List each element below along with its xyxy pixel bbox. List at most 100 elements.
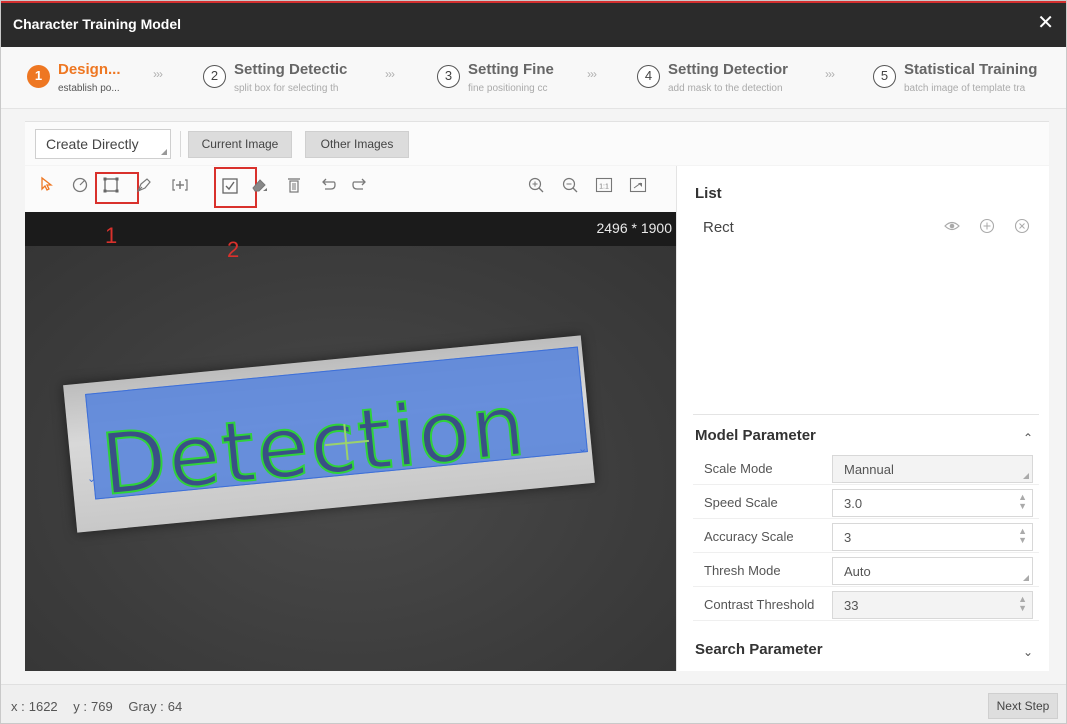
step-3[interactable]: 3 Setting Fine fine positioning cc — [437, 61, 627, 101]
list-item-name: Rect — [703, 219, 734, 236]
dropdown-corner-icon — [1023, 575, 1029, 581]
step-arrows: ››› — [153, 67, 163, 81]
param-value: 3.0 — [844, 496, 863, 511]
step-number: 5 — [873, 65, 896, 88]
scale-mode-select[interactable]: Mannual — [832, 455, 1033, 483]
step-arrows: ››› — [587, 67, 597, 81]
trash-icon[interactable] — [283, 176, 305, 198]
param-row-accuracy-scale: Accuracy Scale 3 ▲ ▼ — [693, 519, 1039, 553]
param-value: Auto — [844, 564, 871, 579]
annotation-label-1: 1 — [105, 223, 118, 248]
step-2[interactable]: 2 Setting Detectic split box for selecti… — [203, 61, 393, 101]
step-title: Setting Detectic — [234, 61, 348, 78]
image-source-toolbar: Create Directly Current Image Other Imag… — [25, 121, 1049, 165]
param-value: 3 — [844, 530, 852, 545]
step-4[interactable]: 4 Setting Detectior add mask to the dete… — [637, 61, 827, 101]
step-title: Setting Detectior — [668, 61, 789, 78]
gray-value: 64 — [167, 699, 183, 714]
step-arrows: ››› — [385, 67, 395, 81]
gray-label: Gray : — [128, 699, 164, 714]
param-label: Accuracy Scale — [704, 529, 794, 544]
step-1[interactable]: 1 Design... establish po... — [27, 61, 147, 101]
list-title: List — [695, 185, 722, 202]
remove-icon[interactable] — [1013, 218, 1031, 236]
pointer-icon[interactable] — [35, 176, 57, 198]
title-bar: Character Training Model ✕ — [1, 1, 1066, 47]
x-value: 1622 — [28, 699, 58, 714]
param-row-contrast-threshold: Contrast Threshold 33 ▲ ▼ — [693, 587, 1039, 621]
svg-text:1:1: 1:1 — [599, 184, 609, 191]
next-step-button[interactable]: Next Step — [988, 693, 1058, 719]
step-arrows: ››› — [825, 67, 835, 81]
accuracy-scale-stepper[interactable]: 3 ▲ ▼ — [832, 523, 1033, 551]
param-row-scale-mode: Scale Mode Mannual — [693, 451, 1039, 485]
step-subtitle: add mask to the detection — [668, 83, 783, 94]
param-value: 33 — [844, 598, 859, 613]
step-subtitle: split box for selecting th — [234, 83, 339, 94]
sample-image: Detection ⌄ ⌄ — [25, 246, 676, 671]
param-value: Mannual — [844, 462, 894, 477]
eraser-icon[interactable] — [248, 176, 270, 198]
step-number: 2 — [203, 65, 226, 88]
create-mode-select[interactable]: Create Directly — [35, 129, 171, 159]
polygon-pen-icon[interactable] — [133, 176, 155, 198]
param-label: Speed Scale — [704, 495, 778, 510]
model-parameter-section: Model Parameter ⌃ Scale Mode Mannual Spe… — [693, 414, 1039, 624]
param-label: Contrast Threshold — [704, 597, 815, 612]
image-canvas[interactable]: 2496 * 1900 Detection ⌄ ⌄ — [25, 212, 676, 671]
character-training-window: Character Training Model ✕ 1 Design... e… — [0, 0, 1067, 724]
other-images-button[interactable]: Other Images — [305, 131, 409, 158]
contrast-threshold-stepper[interactable]: 33 ▲ ▼ — [832, 591, 1033, 619]
step-number: 3 — [437, 65, 460, 88]
create-mode-value: Create Directly — [46, 136, 139, 152]
param-row-speed-scale: Speed Scale 3.0 ▲ ▼ — [693, 485, 1039, 519]
step-subtitle: batch image of template tra — [904, 83, 1026, 94]
y-value: 769 — [91, 699, 113, 714]
list-item[interactable]: Rect — [677, 212, 1050, 240]
spinner-arrows-icon[interactable]: ▲ ▼ — [1018, 527, 1027, 545]
window-title: Character Training Model — [13, 16, 182, 32]
step-title: Setting Fine — [468, 61, 554, 78]
spinner-arrows-icon[interactable]: ▲ ▼ — [1018, 493, 1027, 511]
right-panel: List Rect Model Parameter ⌃ Scale Mode M… — [676, 166, 1049, 671]
model-parameter-title[interactable]: Model Parameter — [695, 427, 816, 444]
drawing-toolbar: 1:1 — [25, 166, 676, 212]
step-5[interactable]: 5 Statistical Training batch image of te… — [873, 61, 1066, 101]
dropdown-corner-icon — [1023, 473, 1029, 479]
step-number: 1 — [27, 65, 50, 88]
annotation-label-2: 2 — [227, 237, 240, 262]
zoom-in-icon[interactable] — [525, 176, 547, 198]
search-parameter-title[interactable]: Search Parameter — [695, 641, 823, 658]
image-dimensions: 2496 * 1900 — [596, 220, 672, 236]
status-bar: x :1622 y :769 Gray :64 Next Step — [1, 684, 1066, 723]
add-icon[interactable] — [978, 218, 996, 236]
mask-add-icon[interactable] — [169, 176, 191, 198]
current-image-button[interactable]: Current Image — [188, 131, 292, 158]
speed-scale-stepper[interactable]: 3.0 ▲ ▼ — [832, 489, 1033, 517]
cursor-readout: x :1622 y :769 Gray :64 — [11, 699, 186, 714]
close-icon[interactable]: ✕ — [1037, 13, 1054, 33]
step-number: 4 — [637, 65, 660, 88]
redo-icon[interactable] — [349, 176, 371, 198]
actual-size-icon[interactable]: 1:1 — [593, 176, 615, 198]
param-label: Scale Mode — [704, 461, 773, 476]
step-wizard: 1 Design... establish po... ››› 2 Settin… — [1, 47, 1066, 109]
eye-icon[interactable] — [943, 218, 961, 236]
undo-icon[interactable] — [317, 176, 339, 198]
step-title: Design... — [58, 61, 121, 78]
toolbar-divider — [180, 131, 181, 157]
canvas-header: 2496 * 1900 — [25, 212, 676, 246]
spinner-arrows-icon[interactable]: ▲ ▼ — [1018, 595, 1027, 613]
fit-window-icon[interactable] — [627, 176, 649, 198]
roi-left-handle[interactable]: ⌄ — [87, 472, 96, 485]
roi-right-handle[interactable]: ⌄ — [578, 442, 587, 455]
chevron-up-icon[interactable]: ⌃ — [1023, 431, 1033, 445]
thresh-mode-select[interactable]: Auto — [832, 557, 1033, 585]
chevron-down-icon[interactable]: ⌄ — [1023, 645, 1033, 659]
circle-roi-icon[interactable] — [69, 176, 91, 198]
param-row-thresh-mode: Thresh Mode Auto — [693, 553, 1039, 587]
zoom-out-icon[interactable] — [559, 176, 581, 198]
param-label: Thresh Mode — [704, 563, 781, 578]
step-subtitle: establish po... — [58, 83, 120, 94]
dropdown-corner-icon — [161, 149, 167, 155]
